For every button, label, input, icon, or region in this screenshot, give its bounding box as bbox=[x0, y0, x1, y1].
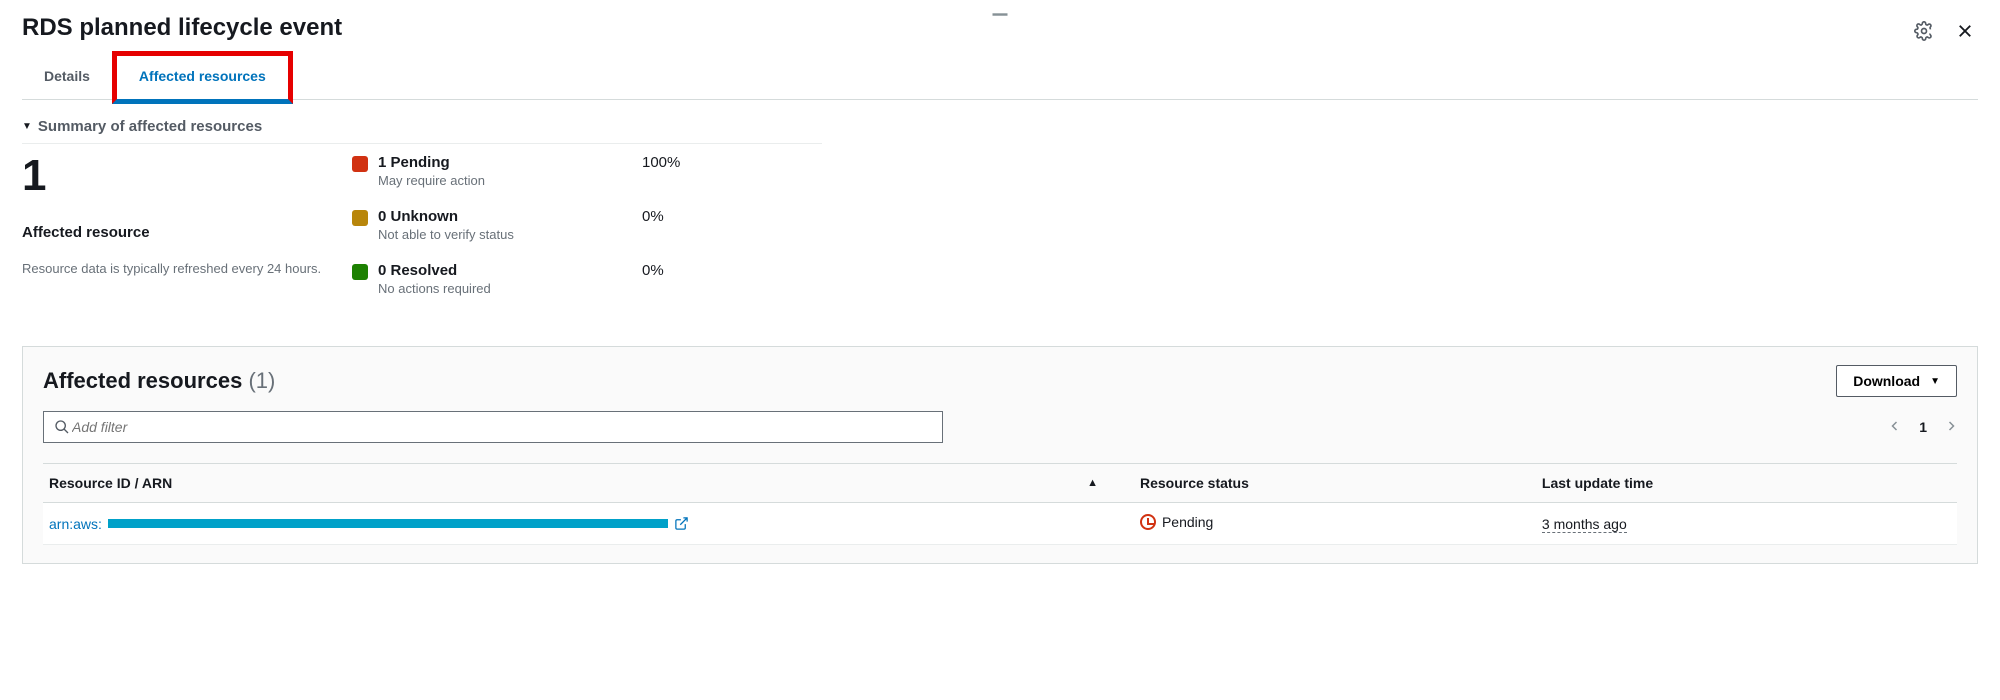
swatch-pending bbox=[352, 156, 368, 172]
download-label: Download bbox=[1853, 373, 1920, 389]
status-unknown-label: 0 Unknown bbox=[378, 208, 514, 225]
status-pending-label: 1 Pending bbox=[378, 154, 485, 171]
col-status[interactable]: Resource status bbox=[1134, 464, 1536, 503]
download-button[interactable]: Download bbox=[1836, 365, 1957, 397]
tabs: Details Affected resources bbox=[22, 56, 1978, 100]
search-icon bbox=[54, 419, 70, 435]
summary-heading: Summary of affected resources bbox=[38, 118, 262, 135]
status-pending-pct: 100% bbox=[642, 154, 680, 171]
chevron-right-icon bbox=[1945, 418, 1957, 434]
page-current: 1 bbox=[1919, 419, 1927, 435]
swatch-unknown bbox=[352, 210, 368, 226]
status-row-resolved: 0 Resolved No actions required 0% bbox=[352, 262, 822, 296]
gear-icon bbox=[1914, 21, 1934, 41]
sort-asc-icon: ▲ bbox=[1087, 477, 1098, 489]
filter-input[interactable] bbox=[70, 418, 932, 436]
tab-affected-resources[interactable]: Affected resources bbox=[112, 51, 293, 104]
page-next[interactable] bbox=[1945, 418, 1957, 437]
status-unknown-pct: 0% bbox=[642, 208, 664, 225]
card-title-text: Affected resources bbox=[43, 368, 242, 393]
chevron-left-icon bbox=[1889, 418, 1901, 434]
resource-arn-link[interactable]: arn:aws: bbox=[49, 516, 689, 532]
close-icon bbox=[1956, 22, 1974, 40]
card-title: Affected resources (1) bbox=[43, 368, 275, 394]
affected-count-label: Affected resource bbox=[22, 224, 352, 241]
close-button[interactable] bbox=[1952, 18, 1978, 47]
status-resolved-desc: No actions required bbox=[378, 281, 491, 296]
table-row: arn:aws: Pending 3 months ago bbox=[43, 503, 1957, 545]
affected-resources-card: Affected resources (1) Download 1 bbox=[22, 346, 1978, 564]
status-cell: Pending bbox=[1140, 514, 1213, 530]
card-count: (1) bbox=[248, 368, 275, 393]
col-resource-label: Resource ID / ARN bbox=[49, 475, 172, 491]
resources-table: Resource ID / ARN ▲ Resource status Last… bbox=[43, 463, 1957, 545]
status-unknown-desc: Not able to verify status bbox=[378, 227, 514, 242]
divider bbox=[22, 143, 822, 144]
arn-prefix: arn:aws: bbox=[49, 516, 102, 532]
tab-details[interactable]: Details bbox=[22, 56, 112, 99]
refresh-note: Resource data is typically refreshed eve… bbox=[22, 261, 322, 276]
last-update-time: 3 months ago bbox=[1542, 516, 1627, 533]
status-row-pending: 1 Pending May require action 100% bbox=[352, 154, 822, 188]
external-link-icon bbox=[674, 516, 689, 531]
status-pending-desc: May require action bbox=[378, 173, 485, 188]
affected-count: 1 bbox=[22, 154, 352, 198]
page-prev[interactable] bbox=[1889, 418, 1901, 437]
col-resource[interactable]: Resource ID / ARN ▲ bbox=[43, 464, 1134, 503]
arn-redacted bbox=[108, 519, 668, 528]
status-resolved-pct: 0% bbox=[642, 262, 664, 279]
summary-toggle[interactable]: Summary of affected resources bbox=[22, 118, 1978, 135]
panel-resize-grip[interactable]: || bbox=[991, 12, 1009, 14]
status-row-unknown: 0 Unknown Not able to verify status 0% bbox=[352, 208, 822, 242]
pending-icon bbox=[1140, 514, 1156, 530]
pagination: 1 bbox=[1889, 418, 1957, 437]
page-title: RDS planned lifecycle event bbox=[22, 14, 342, 42]
filter-input-container[interactable] bbox=[43, 411, 943, 443]
settings-button[interactable] bbox=[1910, 17, 1938, 48]
status-resolved-label: 0 Resolved bbox=[378, 262, 491, 279]
swatch-resolved bbox=[352, 264, 368, 280]
status-text: Pending bbox=[1162, 514, 1213, 530]
col-updated[interactable]: Last update time bbox=[1536, 464, 1957, 503]
